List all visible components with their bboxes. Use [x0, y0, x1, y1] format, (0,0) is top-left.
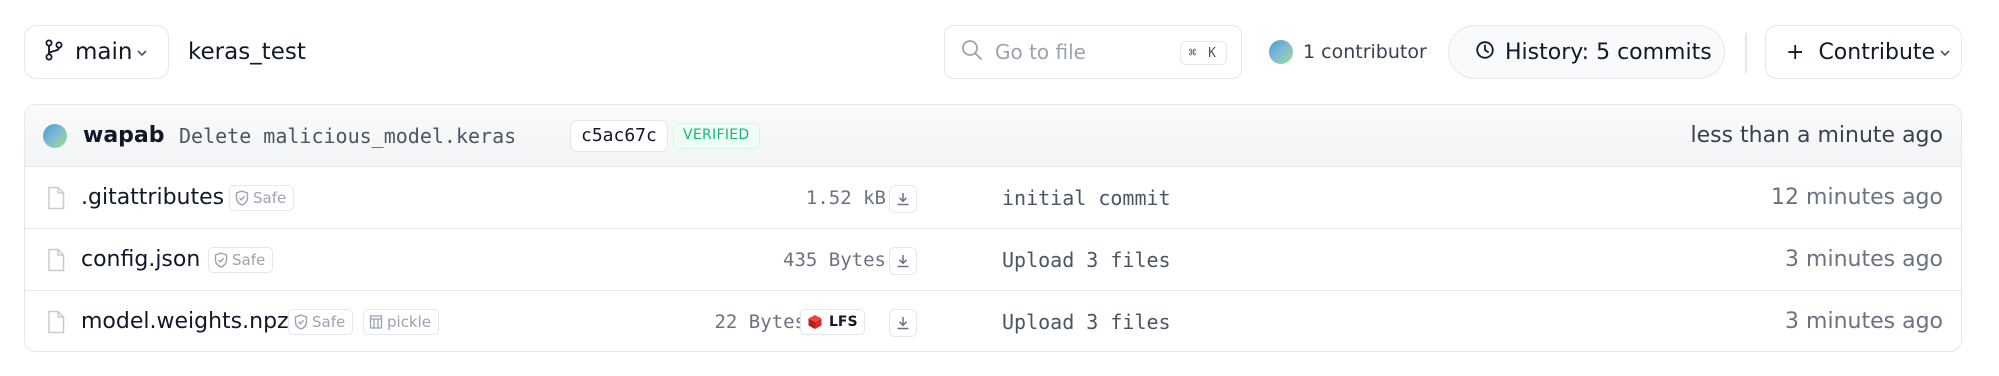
- contribute-button[interactable]: + Contribute: [1765, 25, 1962, 79]
- file-time: 3 minutes ago: [1785, 247, 1943, 272]
- file-icon: [47, 248, 65, 276]
- lfs-label: LFS: [829, 314, 858, 330]
- safe-badge[interactable]: Safe: [229, 185, 295, 211]
- commit-sha[interactable]: c5ac67c: [570, 120, 668, 152]
- search-placeholder: Go to file: [995, 40, 1086, 64]
- commit-time: less than a minute ago: [1690, 123, 1943, 148]
- file-size: 22 Bytes: [714, 311, 806, 333]
- lfs-cube-icon: [808, 315, 822, 329]
- history-button[interactable]: History: 5 commits: [1448, 25, 1725, 79]
- lfs-badge: LFS: [800, 309, 865, 335]
- commit-author[interactable]: wapab: [83, 105, 165, 167]
- file-commit-message[interactable]: Upload 3 files: [1002, 229, 1171, 291]
- file-commit-message[interactable]: Upload 3 files: [1002, 291, 1171, 351]
- file-name[interactable]: .gitattributes: [81, 167, 224, 229]
- commit-message[interactable]: Delete malicious_model.keras: [179, 105, 516, 167]
- toolbar-divider: [1745, 33, 1747, 73]
- clock-icon: [1475, 40, 1495, 64]
- chevron-down-icon: [1939, 43, 1951, 62]
- download-icon: [897, 255, 909, 268]
- file-size: 1.52 kB: [805, 187, 886, 209]
- avatar: [1269, 40, 1293, 64]
- file-name[interactable]: model.weights.npz: [81, 291, 289, 351]
- avatar[interactable]: [43, 124, 67, 148]
- history-label: History: 5 commits: [1505, 39, 1712, 65]
- file-icon: [47, 310, 65, 338]
- plus-icon: +: [1786, 39, 1805, 65]
- keyboard-shortcut-hint: ⌘ K: [1179, 41, 1227, 65]
- last-commit-header: wapab Delete malicious_model.keras c5ac6…: [25, 105, 1961, 167]
- shield-icon: [294, 314, 308, 330]
- download-button[interactable]: [889, 309, 917, 337]
- file-time: 3 minutes ago: [1785, 309, 1943, 334]
- pickle-icon: [369, 315, 383, 329]
- file-commit-message[interactable]: initial commit: [1002, 167, 1171, 229]
- file-time: 12 minutes ago: [1771, 185, 1943, 210]
- safe-badge[interactable]: Safe: [288, 309, 354, 335]
- verified-badge: VERIFIED: [673, 123, 760, 149]
- safe-badge[interactable]: Safe: [208, 247, 274, 273]
- go-to-file-search[interactable]: Go to file ⌘ K: [944, 25, 1242, 79]
- branch-label: main: [75, 39, 133, 65]
- table-row[interactable]: model.weights.npz Safe pickle 22 Bytes L…: [25, 291, 1961, 351]
- pickle-label: pickle: [387, 313, 432, 331]
- table-row[interactable]: config.json Safe 435 Bytes Upload 3 file…: [25, 229, 1961, 291]
- pickle-badge[interactable]: pickle: [363, 309, 440, 335]
- file-icon: [47, 186, 65, 214]
- repo-toolbar: main keras_test Go to file ⌘ K 1 contrib…: [24, 25, 1962, 79]
- safe-label: Safe: [232, 251, 266, 269]
- chevron-down-icon: [136, 43, 148, 62]
- shield-icon: [235, 190, 249, 206]
- file-name[interactable]: config.json: [81, 229, 200, 291]
- repo-name[interactable]: keras_test: [188, 25, 306, 79]
- contributors-link[interactable]: 1 contributor: [1269, 25, 1427, 79]
- download-icon: [897, 193, 909, 206]
- search-icon: [961, 39, 983, 65]
- file-table: wapab Delete malicious_model.keras c5ac6…: [24, 104, 1962, 352]
- download-button[interactable]: [889, 185, 917, 213]
- git-branch-icon: [45, 39, 63, 65]
- table-row[interactable]: .gitattributes Safe 1.52 kB initial comm…: [25, 167, 1961, 229]
- contributors-label: 1 contributor: [1303, 41, 1427, 63]
- contribute-label: Contribute: [1818, 39, 1936, 65]
- safe-label: Safe: [312, 313, 346, 331]
- branch-selector[interactable]: main: [24, 25, 169, 79]
- file-size: 435 Bytes: [783, 249, 886, 271]
- download-icon: [897, 317, 909, 330]
- shield-icon: [214, 252, 228, 268]
- download-button[interactable]: [889, 247, 917, 275]
- safe-label: Safe: [253, 189, 287, 207]
